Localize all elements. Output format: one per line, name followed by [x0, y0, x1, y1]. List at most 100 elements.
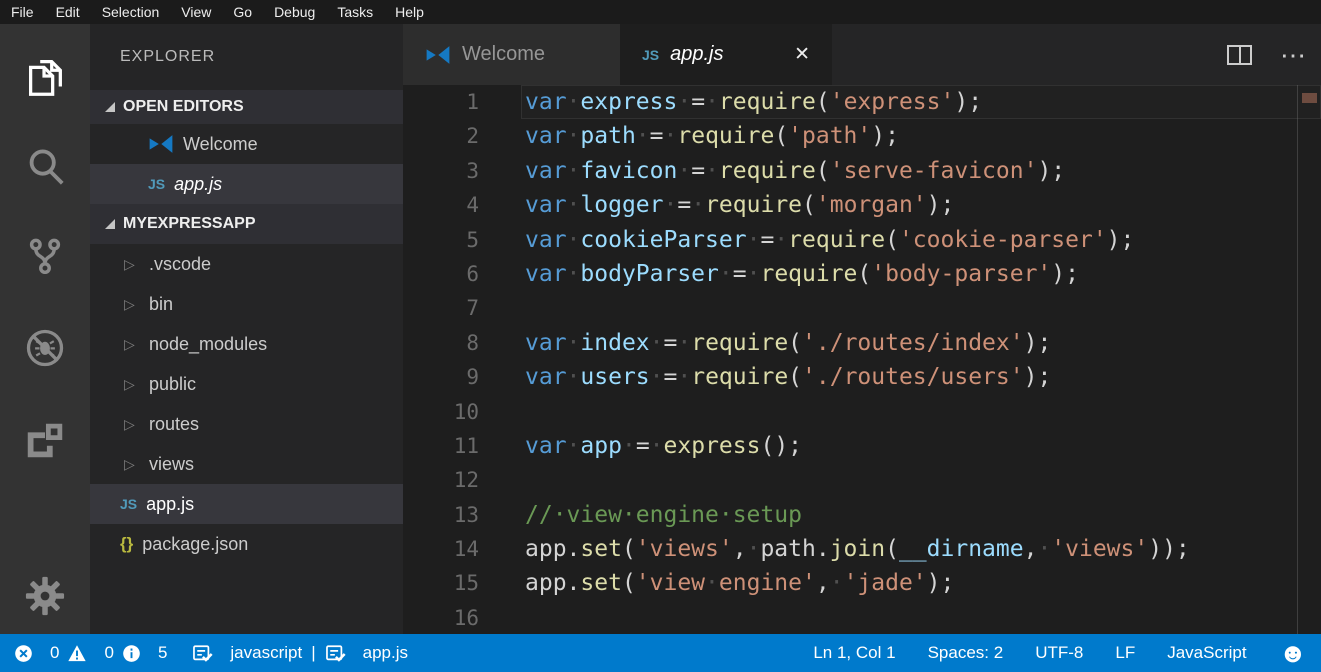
menu-item-go[interactable]: Go: [222, 0, 263, 24]
code-line[interactable]: 11var·app·=·express();: [403, 429, 1321, 463]
menu-item-view[interactable]: View: [170, 0, 222, 24]
menu-item-selection[interactable]: Selection: [91, 0, 171, 24]
code-token: ·: [567, 123, 581, 149]
folder-chevron-icon: ▷: [124, 336, 138, 353]
code-token: ·: [677, 89, 691, 115]
overview-ruler[interactable]: [1297, 85, 1298, 634]
tree-file-app-js[interactable]: JSapp.js: [90, 484, 403, 524]
code-token: index: [580, 330, 649, 356]
split-editor-icon[interactable]: [1227, 45, 1252, 65]
code-token: ·: [747, 536, 761, 562]
code-token: users: [580, 364, 649, 390]
code-line[interactable]: 16: [403, 601, 1321, 634]
extensions-icon: [22, 417, 68, 468]
activity-extensions-button[interactable]: [0, 410, 90, 474]
tree-folder-node_modules[interactable]: ▷node_modules: [90, 324, 403, 364]
tree-file-package-json[interactable]: {}package.json: [90, 524, 403, 564]
tab-label: Welcome: [462, 43, 545, 66]
tasks-icon: [325, 643, 346, 664]
code-token: ·: [774, 227, 788, 253]
task-status-appjs[interactable]: app.js: [325, 643, 408, 664]
line-number: 13: [403, 498, 479, 532]
status-eol[interactable]: LF: [1115, 643, 1135, 663]
feedback-button[interactable]: ☻: [1279, 640, 1307, 667]
line-number: 2: [403, 119, 479, 153]
code-token: 'body-parser': [871, 261, 1051, 287]
task-status-javascript[interactable]: javascript: [192, 643, 302, 664]
menu-item-file[interactable]: File: [0, 0, 45, 24]
code-line[interactable]: 6var·bodyParser·=·require('body-parser')…: [403, 257, 1321, 291]
tree-folder--vscode[interactable]: ▷.vscode: [90, 244, 403, 284]
code-token: (: [802, 192, 816, 218]
activity-explorer-button[interactable]: [0, 46, 90, 110]
line-number: 7: [403, 291, 479, 325]
line-content: var·logger·=·require('morgan');: [479, 188, 954, 222]
line-number: 12: [403, 463, 479, 497]
line-number: 6: [403, 257, 479, 291]
code-editor[interactable]: 1var·express·=·require('express');2var·p…: [403, 85, 1321, 634]
close-icon[interactable]: ✕: [794, 43, 810, 66]
line-content: var·favicon·=·require('serve-favicon');: [479, 154, 1065, 188]
tasks-icon: [192, 643, 213, 664]
tree-folder-bin[interactable]: ▷bin: [90, 284, 403, 324]
menu-item-tasks[interactable]: Tasks: [326, 0, 384, 24]
code-line[interactable]: 7: [403, 291, 1321, 325]
task-label: app.js: [363, 643, 408, 663]
code-line[interactable]: 1var·express·=·require('express');: [403, 85, 1321, 119]
error-icon: [14, 644, 33, 663]
code-line[interactable]: 2var·path·=·require('path');: [403, 119, 1321, 153]
sidebar-explorer: EXPLORER OPEN EDITORS WelcomeJSapp.js MY…: [90, 24, 403, 634]
folder-label: .vscode: [149, 254, 211, 275]
code-line[interactable]: 9var·users·=·require('./routes/users');: [403, 360, 1321, 394]
open-editor-item-welcome[interactable]: Welcome: [90, 124, 403, 164]
tree-folder-views[interactable]: ▷views: [90, 444, 403, 484]
braces-icon: {}: [120, 534, 133, 554]
code-line[interactable]: 12: [403, 463, 1321, 497]
code-line[interactable]: 8var·index·=·require('./routes/index');: [403, 326, 1321, 360]
tree-folder-routes[interactable]: ▷routes: [90, 404, 403, 444]
code-token: );: [927, 192, 955, 218]
tab-app-js[interactable]: JSapp.js✕: [620, 24, 832, 85]
more-actions-icon[interactable]: ⋯: [1280, 45, 1307, 65]
code-token: require: [788, 227, 885, 253]
code-line[interactable]: 4var·logger·=·require('morgan');: [403, 188, 1321, 222]
folder-chevron-icon: ▷: [124, 456, 138, 473]
open-editor-item-app-js[interactable]: JSapp.js: [90, 164, 403, 204]
code-line[interactable]: 3var·favicon·=·require('serve-favicon');: [403, 154, 1321, 188]
tree-folder-public[interactable]: ▷public: [90, 364, 403, 404]
code-line[interactable]: 10: [403, 395, 1321, 429]
line-number: 15: [403, 566, 479, 600]
folder-label: routes: [149, 414, 199, 435]
problems-indicator[interactable]: 0 0 5: [14, 643, 167, 663]
code-token: path.: [760, 536, 829, 562]
menu-item-edit[interactable]: Edit: [45, 0, 91, 24]
activity-source-control-button[interactable]: [0, 226, 90, 290]
open-editor-label: app.js: [174, 174, 222, 195]
tab-welcome[interactable]: Welcome: [403, 24, 620, 85]
section-open-editors[interactable]: OPEN EDITORS: [90, 90, 403, 124]
code-line[interactable]: 13//·view·engine·setup: [403, 498, 1321, 532]
activity-debug-button[interactable]: [0, 318, 90, 382]
line-content: var·express·=·require('express');: [479, 85, 982, 119]
menu-item-help[interactable]: Help: [384, 0, 435, 24]
section-workspace[interactable]: MYEXPRESSAPP: [90, 204, 403, 244]
code-token: logger: [580, 192, 663, 218]
status-cursor-position[interactable]: Ln 1, Col 1: [813, 643, 895, 663]
status-language-mode[interactable]: JavaScript: [1167, 643, 1246, 663]
code-line[interactable]: 5var·cookieParser·=·require('cookie-pars…: [403, 223, 1321, 257]
status-encoding[interactable]: UTF-8: [1035, 643, 1083, 663]
code-token: (: [622, 536, 636, 562]
code-line[interactable]: 15app.set('view·engine',·'jade');: [403, 566, 1321, 600]
code-token: ·: [567, 89, 581, 115]
code-token: require: [691, 330, 788, 356]
vscode-logo-icon: [425, 42, 451, 68]
code-token: require: [719, 158, 816, 184]
code-token: var: [525, 364, 567, 390]
menu-item-debug[interactable]: Debug: [263, 0, 326, 24]
status-indentation[interactable]: Spaces: 2: [928, 643, 1004, 663]
line-number: 4: [403, 188, 479, 222]
activity-settings-button[interactable]: [0, 566, 90, 630]
code-line[interactable]: 14app.set('views',·path.join(__dirname,·…: [403, 532, 1321, 566]
activity-search-button[interactable]: [0, 136, 90, 200]
line-content: var·users·=·require('./routes/users');: [479, 360, 1051, 394]
